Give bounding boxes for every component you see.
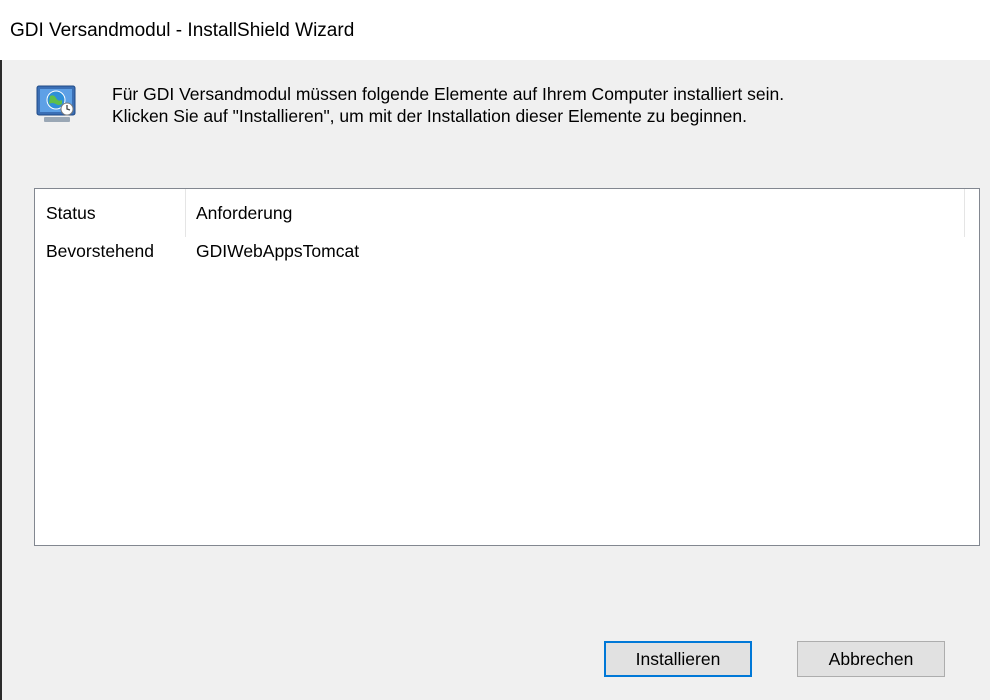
column-separator[interactable] — [185, 189, 186, 237]
instruction-message: Für GDI Versandmodul müssen folgende Ele… — [112, 83, 784, 127]
instruction-line-1: Für GDI Versandmodul müssen folgende Ele… — [112, 84, 785, 104]
cancel-button[interactable]: Abbrechen — [797, 641, 945, 677]
row-requirement: GDIWebAppsTomcat — [196, 241, 360, 261]
column-header-requirement[interactable]: Anforderung — [196, 203, 292, 224]
install-button[interactable]: Installieren — [604, 641, 752, 677]
computer-globe-icon — [36, 85, 76, 122]
installshield-window: GDI Versandmodul - InstallShield Wizard … — [0, 0, 990, 700]
column-header-status[interactable]: Status — [46, 203, 96, 224]
window-title: GDI Versandmodul - InstallShield Wizard — [10, 20, 355, 41]
instruction-line-2: Klicken Sie auf "Installieren", um mit d… — [112, 106, 747, 126]
list-item[interactable]: Bevorstehend GDIWebAppsTomcat — [35, 239, 979, 265]
list-header: Status Anforderung — [35, 189, 965, 237]
dialog-body: Für GDI Versandmodul müssen folgende Ele… — [2, 60, 990, 700]
title-bar[interactable]: GDI Versandmodul - InstallShield Wizard — [0, 0, 990, 60]
row-status: Bevorstehend — [46, 241, 154, 261]
requirements-list[interactable]: Status Anforderung Bevorstehend GDIWebAp… — [34, 188, 980, 546]
